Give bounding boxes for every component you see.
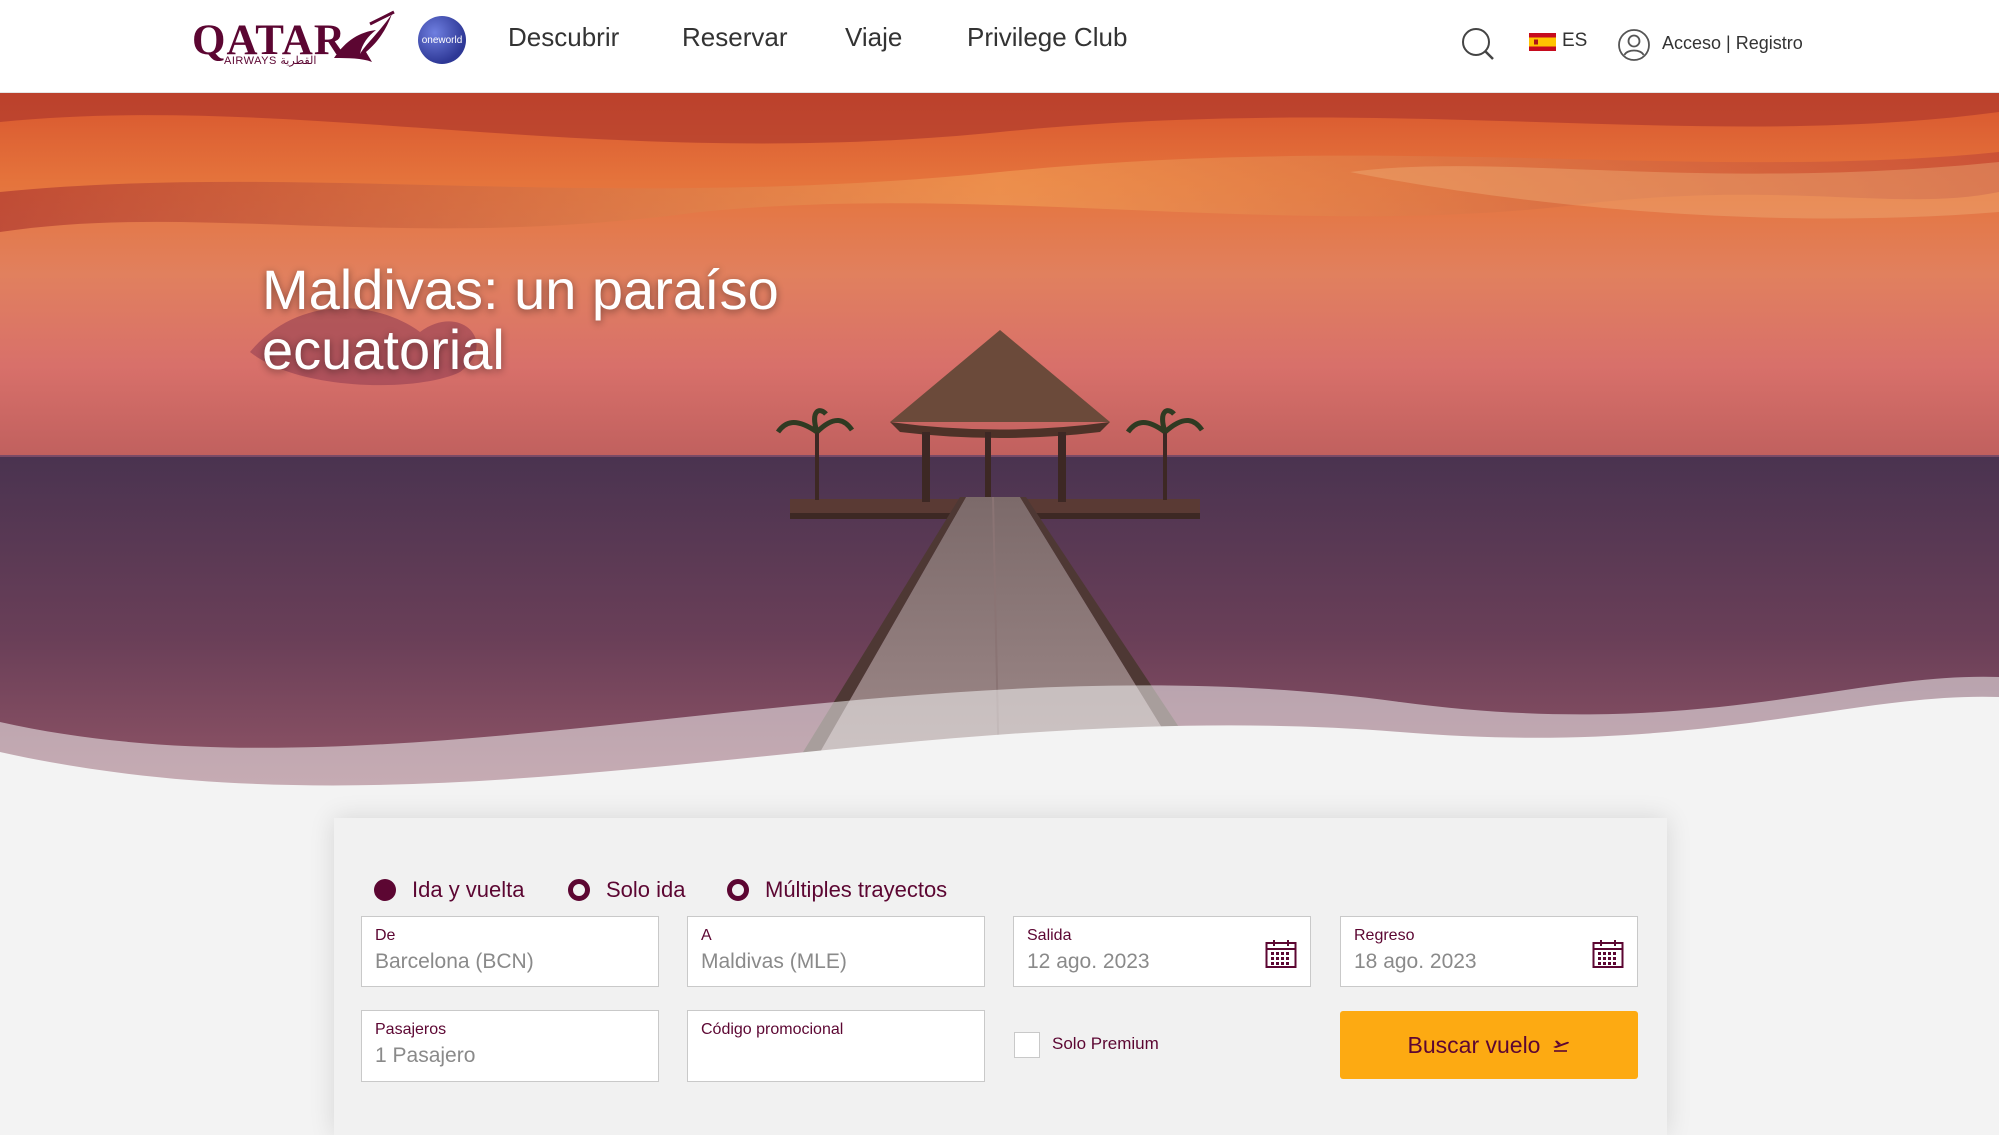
oryx-icon bbox=[334, 10, 395, 62]
radio-unselected-icon bbox=[568, 879, 590, 901]
spain-flag-icon[interactable] bbox=[1529, 33, 1556, 51]
from-field[interactable]: De Barcelona (BCN) bbox=[361, 916, 659, 987]
from-value: Barcelona (BCN) bbox=[375, 950, 534, 973]
nav-viaje[interactable]: Viaje bbox=[845, 22, 902, 53]
language-selector[interactable]: ES bbox=[1562, 30, 1587, 52]
radio-selected-icon bbox=[374, 879, 396, 901]
trip-type-label: Múltiples trayectos bbox=[765, 877, 948, 902]
premium-only-label: Solo Premium bbox=[1052, 1034, 1159, 1053]
passengers-value: 1 Pasajero bbox=[375, 1044, 476, 1067]
hero-title: Maldivas: un paraíso ecuatorial bbox=[262, 258, 779, 381]
passengers-field[interactable]: Pasajeros 1 Pasajero bbox=[361, 1010, 659, 1082]
return-value: 18 ago. 2023 bbox=[1354, 950, 1477, 973]
search-icon[interactable] bbox=[1460, 26, 1496, 62]
maldives-sunset-image bbox=[0, 92, 1999, 822]
trip-type-multi-city[interactable]: Múltiples trayectos bbox=[727, 877, 948, 902]
search-flight-button[interactable]: Buscar vuelo bbox=[1340, 1011, 1638, 1079]
passengers-label: Pasajeros bbox=[375, 1021, 447, 1038]
radio-unselected-icon bbox=[727, 879, 749, 901]
plane-icon bbox=[1553, 1040, 1570, 1052]
premium-only-checkbox[interactable] bbox=[1014, 1032, 1040, 1058]
departure-label: Salida bbox=[1027, 927, 1072, 944]
oneworld-logo[interactable]: oneworld bbox=[418, 16, 466, 64]
trip-type-label: Solo ida bbox=[606, 877, 686, 902]
nav-reservar[interactable]: Reservar bbox=[682, 22, 787, 53]
promo-code-field[interactable]: Código promocional bbox=[687, 1010, 985, 1082]
departure-date-field[interactable]: Salida 12 ago. 2023 bbox=[1013, 916, 1311, 987]
site-header: QATAR AIRWAYS القطرية oneworld Descubrir… bbox=[0, 0, 1999, 93]
return-date-field[interactable]: Regreso 18 ago. 2023 bbox=[1340, 916, 1638, 987]
calendar-icon[interactable] bbox=[1592, 939, 1624, 969]
to-label: A bbox=[701, 927, 712, 944]
calendar-icon[interactable] bbox=[1265, 939, 1297, 969]
to-field[interactable]: A Maldivas (MLE) bbox=[687, 916, 985, 987]
search-flight-label: Buscar vuelo bbox=[1407, 1031, 1541, 1058]
from-label: De bbox=[375, 927, 396, 944]
user-icon[interactable] bbox=[1617, 28, 1651, 62]
promo-code-label: Código promocional bbox=[701, 1021, 844, 1038]
login-register-link[interactable]: Acceso | Registro bbox=[1662, 33, 1803, 54]
trip-type-round-trip[interactable]: Ida y vuelta bbox=[374, 877, 525, 902]
return-label: Regreso bbox=[1354, 927, 1415, 944]
trip-type-one-way[interactable]: Solo ida bbox=[568, 877, 686, 902]
trip-type-label: Ida y vuelta bbox=[412, 877, 525, 902]
logo-subtitle: AIRWAYS القطرية bbox=[224, 55, 317, 67]
to-value: Maldivas (MLE) bbox=[701, 950, 847, 973]
nav-privilege-club[interactable]: Privilege Club bbox=[967, 22, 1127, 53]
hero-banner: Maldivas: un paraíso ecuatorial bbox=[0, 92, 1999, 822]
nav-descubrir[interactable]: Descubrir bbox=[508, 22, 619, 53]
departure-value: 12 ago. 2023 bbox=[1027, 950, 1150, 973]
qatar-airways-logo[interactable]: QATAR AIRWAYS القطرية bbox=[192, 10, 395, 70]
